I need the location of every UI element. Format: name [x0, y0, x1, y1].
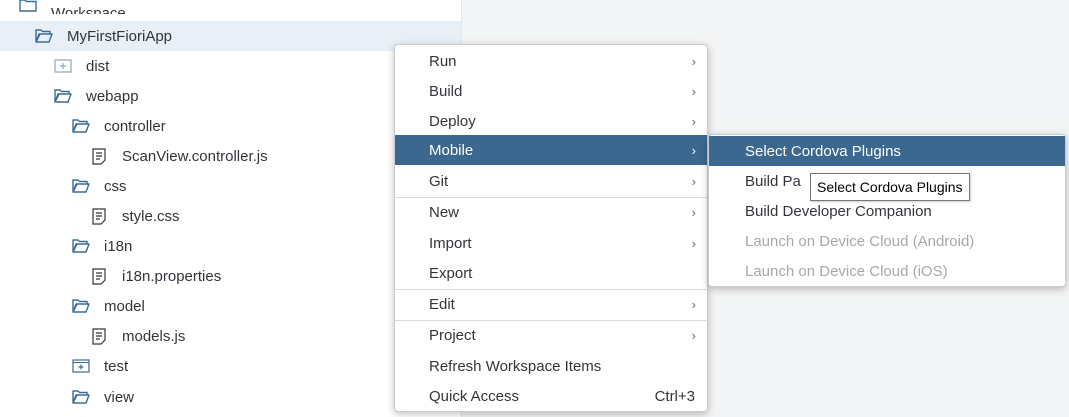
tree-item-test[interactable]: test: [0, 351, 461, 381]
menu-item-new[interactable]: New ›: [395, 197, 707, 227]
menu-item-label: Edit: [429, 296, 455, 313]
submenu-item-launch-android: Launch on Device Cloud (Android): [709, 226, 1065, 256]
tree-item-model[interactable]: model: [0, 291, 461, 321]
menu-item-label: Import: [429, 234, 472, 252]
tree-item-myfirstfioriapp[interactable]: MyFirstFioriApp: [0, 21, 461, 51]
tree-item-label: model: [104, 297, 145, 315]
folder-open-icon: [71, 237, 91, 255]
folder-open-icon: [34, 27, 54, 45]
menu-item-run[interactable]: Run ›: [395, 46, 707, 76]
folder-open-icon: [71, 117, 91, 135]
context-menu: Run › Build › Deploy › Mobile › Git › Ne…: [394, 44, 708, 412]
folder-open-icon: [71, 297, 91, 315]
tree-item-view[interactable]: view: [0, 382, 461, 412]
tree-item-label: test: [104, 357, 129, 375]
submenu-item-launch-ios: Launch on Device Cloud (iOS): [709, 256, 1065, 286]
tree-item-label: MyFirstFioriApp: [67, 27, 173, 45]
tree-item-dist[interactable]: dist: [0, 51, 461, 81]
chevron-right-icon: ›: [691, 113, 696, 129]
folder-open-icon: [53, 87, 73, 105]
menu-item-label: New: [429, 204, 460, 221]
folder-open-icon: [18, 0, 38, 14]
file-icon: [89, 267, 109, 285]
submenu-item-label: Launch on Device Cloud (iOS): [745, 262, 948, 280]
menu-item-label: Quick Access: [429, 387, 520, 405]
tree-item-label: controller: [104, 117, 166, 135]
folder-closed-icon: [53, 57, 73, 75]
file-icon: [89, 327, 109, 345]
tree-item-label: i18n: [104, 237, 133, 255]
tree-item-i18n-properties[interactable]: i18n.properties: [0, 261, 461, 291]
tree-item-style-css[interactable]: style.css: [0, 201, 461, 231]
tree-item-label: i18n.properties: [122, 267, 222, 285]
menu-item-mobile[interactable]: Mobile ›: [395, 135, 707, 165]
menu-item-build[interactable]: Build ›: [395, 76, 707, 106]
folder-closed-icon: [71, 357, 91, 375]
chevron-right-icon: ›: [691, 142, 696, 158]
menu-item-git[interactable]: Git ›: [395, 166, 707, 196]
tree-item-controller[interactable]: controller: [0, 111, 461, 141]
menu-item-label: Export: [429, 264, 473, 282]
menu-item-label: Refresh Workspace Items: [429, 357, 602, 375]
menu-item-label: Git: [429, 172, 449, 190]
file-icon: [89, 147, 109, 165]
workspace-tree: Workspace MyFirstFioriApp dist webapp co…: [0, 0, 462, 417]
submenu-item-label: Build Developer Companion: [745, 202, 932, 220]
tree-item-label: view: [104, 388, 135, 406]
tree-item-workspace[interactable]: Workspace: [0, 0, 461, 14]
menu-item-refresh-workspace[interactable]: Refresh Workspace Items: [395, 351, 707, 381]
menu-item-import[interactable]: Import ›: [395, 228, 707, 258]
menu-item-label: Build: [429, 82, 463, 100]
submenu-item-label: Build Pa: [745, 172, 801, 190]
chevron-right-icon: ›: [691, 235, 696, 251]
tree-item-models-js[interactable]: models.js: [0, 321, 461, 351]
submenu-item-label: Launch on Device Cloud (Android): [745, 232, 975, 250]
chevron-right-icon: ›: [691, 83, 696, 99]
tree-item-label: style.css: [122, 207, 180, 225]
tree-item-i18n[interactable]: i18n: [0, 231, 461, 261]
menu-item-label: Mobile: [429, 141, 474, 159]
menu-item-deploy[interactable]: Deploy ›: [395, 106, 707, 136]
menu-item-edit[interactable]: Edit ›: [395, 289, 707, 319]
tree-item-label: css: [104, 177, 127, 195]
folder-open-icon: [71, 388, 91, 406]
tree-item-scanview-controller[interactable]: ScanView.controller.js: [0, 141, 461, 171]
menu-item-project[interactable]: Project ›: [395, 320, 707, 350]
chevron-right-icon: ›: [691, 53, 696, 69]
menu-item-label: Run: [429, 52, 457, 70]
menu-item-export[interactable]: Export: [395, 258, 707, 288]
chevron-right-icon: ›: [691, 205, 696, 220]
chevron-right-icon: ›: [691, 173, 696, 189]
menu-item-label: Project: [429, 327, 476, 344]
tree-item-webapp[interactable]: webapp: [0, 81, 461, 111]
mobile-submenu: Select Cordova Plugins Build Pa Build De…: [708, 134, 1066, 287]
chevron-right-icon: ›: [691, 297, 696, 312]
folder-open-icon: [71, 177, 91, 195]
tree-item-label: dist: [86, 57, 110, 75]
tree-item-label: models.js: [122, 327, 186, 345]
shortcut-label: Ctrl+3: [654, 387, 695, 405]
tooltip: Select Cordova Plugins: [810, 173, 970, 201]
submenu-item-label: Select Cordova Plugins: [745, 142, 901, 160]
tree-item-css[interactable]: css: [0, 171, 461, 201]
tree-item-label: ScanView.controller.js: [122, 147, 268, 165]
tree-item-label: Workspace: [51, 5, 126, 14]
menu-item-quick-access[interactable]: Quick Access Ctrl+3: [395, 381, 707, 411]
menu-item-label: Deploy: [429, 112, 476, 130]
file-icon: [89, 207, 109, 225]
chevron-right-icon: ›: [691, 328, 696, 343]
submenu-item-select-cordova-plugins[interactable]: Select Cordova Plugins: [709, 136, 1065, 166]
tree-item-label: webapp: [86, 87, 139, 105]
